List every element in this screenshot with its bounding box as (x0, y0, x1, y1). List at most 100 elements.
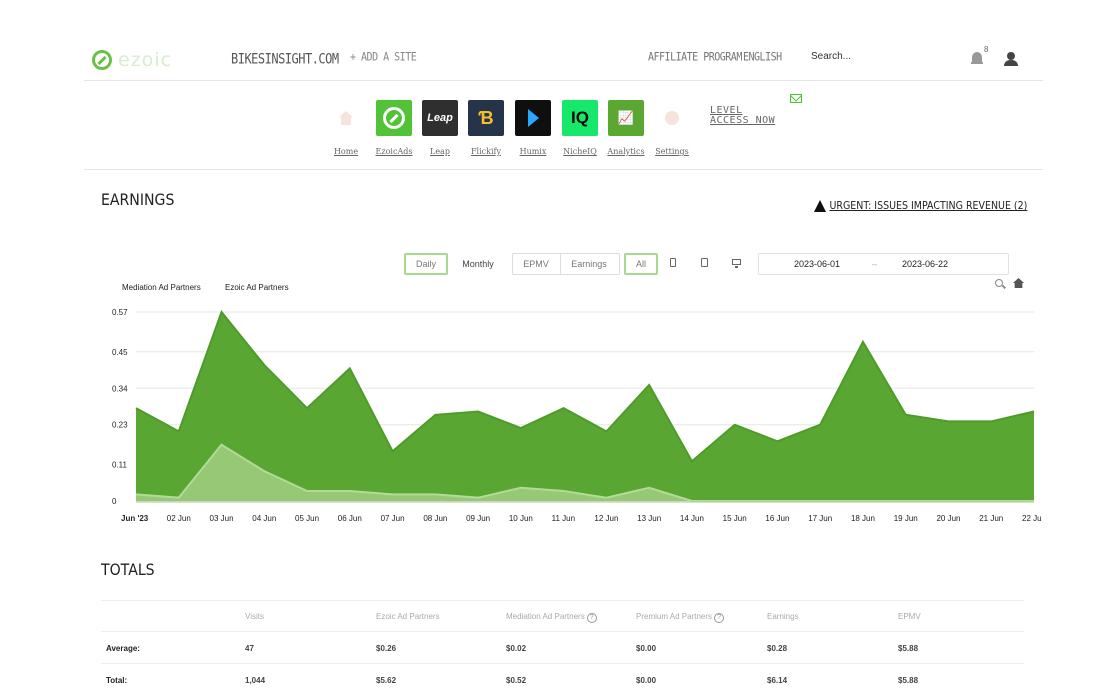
nicheiq-icon: IQ (562, 100, 598, 136)
app-settings[interactable]: Settings (653, 100, 691, 156)
logo-text: ezoic (118, 49, 173, 71)
table-cell: 47 (245, 644, 254, 653)
level-line2: ACCESS NOW (710, 115, 776, 126)
y-tick-label: 0 (112, 497, 117, 506)
play-icon (515, 100, 551, 136)
y-tick-label: 0.45 (112, 348, 128, 357)
table-cell: $5.88 (898, 676, 919, 685)
x-tick-label: 03 Jun (210, 514, 234, 523)
x-tick-label: 05 Jun (295, 514, 319, 523)
x-tick-label: 15 Jun (723, 514, 747, 523)
language-selector[interactable]: ENGLISH (743, 51, 782, 64)
date-end: 2023-06-22 (902, 259, 949, 269)
mobile-icon[interactable] (670, 258, 676, 267)
app-analytics[interactable]: 📈 Analytics (607, 100, 645, 156)
column-header-premium: Premium Ad Partners? (636, 612, 725, 623)
x-tick-label: 12 Jun (594, 514, 618, 523)
totals-title: TOTALS (101, 560, 155, 579)
date-separator: – (872, 259, 878, 269)
x-tick-label: 08 Jun (423, 514, 447, 523)
x-tick-label: 20 Jun (936, 514, 960, 523)
date-start: 2023-06-01 (794, 259, 841, 269)
x-tick-label: Jun '23 (121, 514, 149, 523)
help-icon[interactable]: ? (714, 613, 725, 623)
leap-icon: Leap (422, 100, 458, 136)
bell-icon[interactable] (971, 52, 983, 66)
all-devices-button[interactable]: All (624, 253, 658, 275)
reset-zoom-home-icon[interactable] (1013, 278, 1024, 288)
monthly-button[interactable]: Monthly (452, 253, 504, 275)
x-tick-label: 09 Jun (466, 514, 490, 523)
zoom-icon[interactable] (995, 279, 1003, 287)
series-line-ezoic (135, 309, 1035, 463)
date-range-picker[interactable]: 2023-06-01 – 2023-06-22 (758, 253, 1009, 275)
ezoic-logo-icon (92, 50, 112, 70)
x-tick-label: 22 Ju (1022, 514, 1042, 523)
app-home[interactable]: Home (327, 100, 365, 156)
x-tick-label: 16 Jun (765, 514, 789, 523)
flickify-icon: Ɓ (468, 100, 504, 136)
epmv-button[interactable]: EPMV (514, 253, 558, 275)
y-tick-label: 0.11 (112, 461, 128, 470)
column-header: Ezoic Ad Partners (376, 612, 440, 621)
table-row: Average: 47 $0.26 $0.02 $0.00 $0.28 $5.8… (101, 633, 1024, 664)
app-nicheiq[interactable]: IQ NicheIQ (561, 100, 599, 156)
x-tick-label: 18 Jun (851, 514, 875, 523)
table-cell: 1,044 (245, 676, 266, 685)
area-mediation (136, 444, 1034, 501)
app-leap[interactable]: Leap Leap (421, 100, 459, 156)
ezoic-icon (376, 100, 412, 136)
area-ezoic (136, 312, 1034, 501)
column-header-text: Premium Ad Partners (636, 612, 713, 621)
table-cell: $0.28 (767, 644, 788, 653)
table-cell: $5.62 (376, 676, 397, 685)
app-flickify[interactable]: Ɓ Flickify (467, 100, 505, 156)
column-header: EPMV (898, 612, 921, 621)
y-tick-label: 0.23 (112, 421, 128, 430)
mail-icon[interactable] (790, 94, 802, 103)
tablet-icon[interactable] (701, 258, 708, 267)
top-navigation: ezoic BIKESINSIGHT.COM + ADD A SITE AFFI… (84, 40, 1043, 81)
ezoic-logo[interactable]: ezoic (92, 49, 172, 71)
earnings-title: EARNINGS (101, 190, 175, 209)
urgent-text: URGENT: ISSUES IMPACTING REVENUE (2) (829, 199, 1028, 212)
level-access-link[interactable]: LEVEL ACCESS NOW (710, 106, 775, 126)
series-line-mediation (135, 443, 1034, 502)
table-header-row: Visits Ezoic Ad Partners Mediation Ad Pa… (101, 601, 1024, 632)
row-label: Total: (106, 676, 128, 685)
site-selector[interactable]: BIKESINSIGHT.COM (231, 51, 339, 67)
add-site-link[interactable]: + ADD A SITE (350, 51, 417, 64)
table-cell: $6.14 (767, 676, 788, 685)
x-tick-label: 04 Jun (252, 514, 276, 523)
x-tick-label: 19 Jun (894, 514, 918, 523)
affiliate-program-link[interactable]: AFFILIATE PROGRAM (648, 51, 742, 64)
urgent-issues-link[interactable]: URGENT: ISSUES IMPACTING REVENUE (2) (814, 199, 1027, 212)
row-label: Average: (106, 644, 140, 653)
desktop-icon[interactable] (732, 259, 741, 268)
column-header: Earnings (767, 612, 799, 621)
app-humix[interactable]: Humix (514, 100, 552, 156)
column-header: Visits (245, 612, 264, 621)
warning-icon (814, 199, 827, 212)
x-tick-label: 02 Jun (167, 514, 191, 523)
legend-mediation[interactable]: Mediation Ad Partners (122, 283, 201, 292)
column-header-text: Mediation Ad Partners (506, 612, 585, 621)
x-tick-label: 21 Jun (979, 514, 1003, 523)
y-tick-label: 0.34 (112, 384, 128, 393)
legend-ezoic[interactable]: Ezoic Ad Partners (225, 283, 289, 292)
daily-button[interactable]: Daily (404, 253, 448, 275)
help-icon[interactable]: ? (586, 613, 597, 623)
totals-table: Visits Ezoic Ad Partners Mediation Ad Pa… (101, 600, 1024, 685)
column-header-mediation: Mediation Ad Partners? (506, 612, 597, 623)
app-ezoicads[interactable]: EzoicAds (375, 100, 413, 156)
user-icon[interactable] (1004, 52, 1018, 66)
search-input[interactable]: Search... (811, 51, 851, 62)
app-bar: Home EzoicAds Leap Leap Ɓ Flickify Humix… (84, 82, 1043, 170)
table-cell: $5.88 (898, 644, 919, 653)
analytics-icon: 📈 (608, 100, 644, 136)
x-tick-label: 11 Jun (552, 514, 575, 523)
x-tick-label: 13 Jun (637, 514, 661, 523)
earnings-button[interactable]: Earnings (560, 253, 618, 275)
gear-icon (654, 100, 690, 136)
app-label: Settings (655, 147, 689, 156)
